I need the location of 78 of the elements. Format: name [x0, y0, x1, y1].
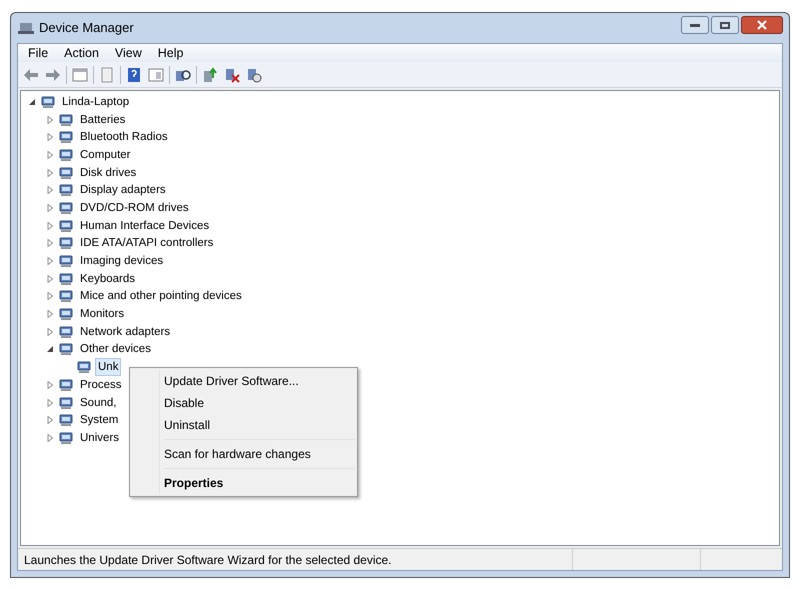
window-title: Device Manager [39, 19, 134, 38]
device-icon [58, 112, 74, 128]
device-icon [40, 94, 56, 110]
expand-icon[interactable] [46, 292, 54, 300]
tree-item[interactable]: IDE ATA/ATAPI controllers [77, 234, 216, 252]
tree-item[interactable]: DVD/CD-ROM drives [77, 198, 192, 217]
expand-icon[interactable] [46, 168, 54, 177]
minimize-button[interactable] [681, 16, 709, 34]
expand-icon[interactable] [46, 116, 54, 124]
status-text: Launches the Update Driver Software Wizard for the selected device. [23, 552, 393, 568]
expand-icon[interactable] [46, 186, 54, 194]
expand-icon[interactable] [46, 222, 54, 230]
device-icon [58, 430, 74, 446]
menu-item[interactable]: File [22, 44, 54, 62]
expand-icon[interactable] [46, 274, 54, 283]
tree-item[interactable]: System [77, 411, 122, 430]
tree-item[interactable]: Disk drives [77, 164, 140, 182]
device-icon [58, 129, 74, 146]
expand-icon[interactable] [46, 150, 54, 159]
tree-item[interactable]: Process [77, 376, 125, 394]
tree-item[interactable]: Human Interface Devices [77, 216, 212, 235]
expand-icon[interactable] [46, 434, 54, 442]
expand-icon[interactable] [46, 204, 54, 212]
menu-item[interactable]: Update Driver Software... [132, 370, 355, 392]
expand-icon[interactable] [46, 133, 54, 142]
menu-item[interactable]: Help [152, 44, 190, 62]
menu-item[interactable]: Properties [132, 472, 355, 494]
expand-icon[interactable] [46, 380, 54, 389]
device-icon [58, 253, 74, 270]
close-button[interactable] [741, 16, 783, 34]
menu-item[interactable]: Scan for hardware changes [132, 443, 355, 465]
expand-icon[interactable] [46, 398, 54, 407]
device-icon [58, 235, 74, 252]
tree-item[interactable]: Univers [77, 428, 122, 447]
expand-icon[interactable] [46, 310, 54, 318]
device-icon [58, 270, 74, 287]
tree-item[interactable]: Bluetooth Radios [77, 128, 171, 146]
tree-item[interactable]: Batteries [77, 110, 128, 129]
device-icon [58, 394, 74, 411]
tree-item[interactable]: Linda-Laptop [59, 92, 132, 111]
menu-item[interactable]: Action [58, 44, 105, 62]
window-icon[interactable] [71, 66, 89, 84]
tree-item[interactable]: Other devices [77, 340, 154, 358]
collapse-icon[interactable] [46, 345, 54, 354]
device-icon [58, 341, 74, 358]
device-icon [76, 359, 92, 376]
tree-item[interactable]: Sound, [77, 394, 120, 412]
tree-item[interactable]: Monitors [77, 305, 128, 324]
device-icon [58, 146, 74, 163]
tree-item[interactable]: Imaging devices [77, 252, 166, 270]
menu-item[interactable]: Uninstall [132, 414, 355, 436]
device-icon [58, 412, 74, 428]
device-icon [58, 306, 74, 322]
tree-item[interactable]: Display adapters [77, 181, 169, 200]
device-icon [58, 288, 74, 304]
tree-item[interactable]: Mice and other pointing devices [77, 287, 245, 306]
device-icon [58, 200, 74, 216]
menu-item[interactable]: View [108, 44, 148, 62]
expand-icon[interactable] [46, 416, 54, 424]
tree-item[interactable]: Unk [95, 358, 122, 376]
device-icon [58, 182, 74, 198]
tree-item[interactable]: Network adapters [77, 322, 174, 341]
help-icon[interactable] [125, 66, 143, 84]
device-icon [58, 218, 74, 234]
tree-item[interactable]: Keyboards [77, 270, 138, 288]
maximize-button[interactable] [711, 16, 739, 34]
collapse-icon[interactable] [28, 98, 36, 106]
device-icon [58, 164, 74, 181]
window-icon[interactable] [147, 66, 165, 84]
tree-item[interactable]: Computer [77, 146, 134, 164]
close-icon [757, 20, 767, 30]
update-icon[interactable] [201, 66, 219, 84]
expand-icon[interactable] [46, 328, 54, 336]
device-icon [58, 376, 74, 393]
expand-icon[interactable] [46, 239, 54, 248]
expand-icon[interactable] [46, 257, 54, 266]
device-icon [58, 324, 74, 340]
menu-item[interactable]: Disable [132, 392, 355, 414]
